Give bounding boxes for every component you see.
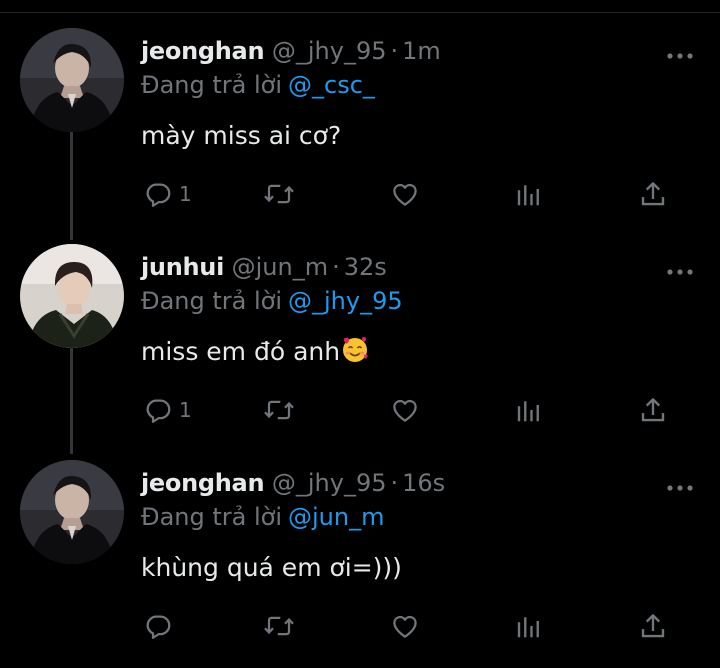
tweet-header: jeonghan @_jhy_95 · 16s bbox=[141, 466, 445, 500]
tweet[interactable]: jeonghan @_jhy_95 · 1m Đang trả lời @_csc_ … bbox=[0, 20, 720, 236]
replying-to: Đang trả lời @_jhy_95 bbox=[141, 284, 403, 318]
user-handle[interactable]: @_jhy_95 bbox=[272, 37, 387, 65]
display-name[interactable]: jeonghan bbox=[141, 469, 265, 497]
separator-dot: · bbox=[332, 253, 340, 281]
reply-icon bbox=[146, 615, 171, 639]
heart-icon bbox=[393, 183, 417, 206]
tweet-header: junhui @jun_m · 32s bbox=[141, 250, 387, 284]
views-button[interactable] bbox=[514, 606, 544, 646]
tweet-text: mày miss ai cơ? bbox=[141, 121, 342, 150]
retweet-button[interactable] bbox=[262, 606, 296, 646]
replying-to-label: Đang trả lời bbox=[141, 71, 283, 99]
timestamp[interactable]: 1m bbox=[402, 37, 441, 65]
retweet-icon bbox=[264, 400, 294, 420]
views-icon bbox=[517, 401, 539, 422]
tweet-text-content: miss em đó anh bbox=[141, 337, 341, 366]
tweet[interactable]: jeonghan @_jhy_95 · 16s Đang trả lời @jun_m… bbox=[0, 452, 720, 668]
avatar[interactable] bbox=[20, 28, 124, 132]
tweet-text: miss em đó anh bbox=[141, 334, 370, 370]
retweet-icon bbox=[264, 616, 294, 636]
tweet[interactable]: junhui @jun_m · 32s Đang trả lời @_jhy_95 m… bbox=[0, 236, 720, 452]
share-icon bbox=[641, 398, 665, 422]
display-name[interactable]: junhui bbox=[141, 253, 224, 281]
separator-dot: · bbox=[390, 469, 399, 497]
replying-to: Đang trả lời @jun_m bbox=[141, 500, 384, 534]
replying-to-label: Đang trả lời bbox=[141, 503, 283, 531]
more-horizontal-icon[interactable] bbox=[666, 46, 694, 59]
views-button[interactable] bbox=[514, 390, 544, 430]
timestamp[interactable]: 16s bbox=[402, 469, 445, 497]
tweet-header: jeonghan @_jhy_95 · 1m bbox=[141, 34, 441, 68]
avatar[interactable] bbox=[20, 244, 124, 348]
reply-icon bbox=[146, 399, 171, 423]
replying-to-label: Đang trả lời bbox=[141, 287, 283, 315]
replying-to-mention[interactable]: @_csc_ bbox=[288, 71, 375, 99]
share-icon bbox=[641, 614, 665, 638]
like-button[interactable] bbox=[389, 390, 421, 430]
heart-icon bbox=[393, 399, 417, 422]
separator-dot: · bbox=[390, 37, 399, 65]
tweet-actions bbox=[141, 606, 681, 646]
views-button[interactable] bbox=[514, 174, 544, 214]
avatar[interactable] bbox=[20, 460, 124, 564]
more-horizontal-icon[interactable] bbox=[666, 262, 694, 275]
user-handle[interactable]: @_jhy_95 bbox=[272, 469, 387, 497]
share-button[interactable] bbox=[638, 174, 668, 214]
heart-icon bbox=[393, 615, 417, 638]
retweet-button[interactable] bbox=[262, 390, 296, 430]
top-divider bbox=[0, 0, 720, 13]
reply-button[interactable]: 1 bbox=[143, 174, 192, 214]
tweet-actions: 1 bbox=[141, 174, 681, 214]
retweet-icon bbox=[264, 184, 294, 204]
like-button[interactable] bbox=[389, 174, 421, 214]
share-button[interactable] bbox=[638, 390, 668, 430]
replying-to: Đang trả lời @_csc_ bbox=[141, 68, 375, 102]
reply-count: 1 bbox=[179, 398, 192, 422]
views-icon bbox=[517, 617, 539, 638]
share-button[interactable] bbox=[638, 606, 668, 646]
replying-to-mention[interactable]: @_jhy_95 bbox=[288, 287, 403, 315]
reply-count: 1 bbox=[179, 182, 192, 206]
tweet-actions: 1 bbox=[141, 390, 681, 430]
reply-button[interactable]: 1 bbox=[143, 390, 192, 430]
timestamp[interactable]: 32s bbox=[344, 253, 387, 281]
share-icon bbox=[641, 182, 665, 206]
smiling-face-with-hearts-icon bbox=[340, 334, 370, 364]
views-icon bbox=[517, 185, 539, 206]
display-name[interactable]: jeonghan bbox=[141, 37, 265, 65]
more-horizontal-icon[interactable] bbox=[666, 478, 694, 491]
user-handle[interactable]: @jun_m bbox=[232, 253, 328, 281]
reply-icon bbox=[146, 183, 171, 207]
retweet-button[interactable] bbox=[262, 174, 296, 214]
reply-button[interactable] bbox=[143, 606, 179, 646]
replying-to-mention[interactable]: @jun_m bbox=[288, 503, 384, 531]
like-button[interactable] bbox=[389, 606, 421, 646]
tweet-text: khùng quá em ơi=))) bbox=[141, 553, 402, 582]
